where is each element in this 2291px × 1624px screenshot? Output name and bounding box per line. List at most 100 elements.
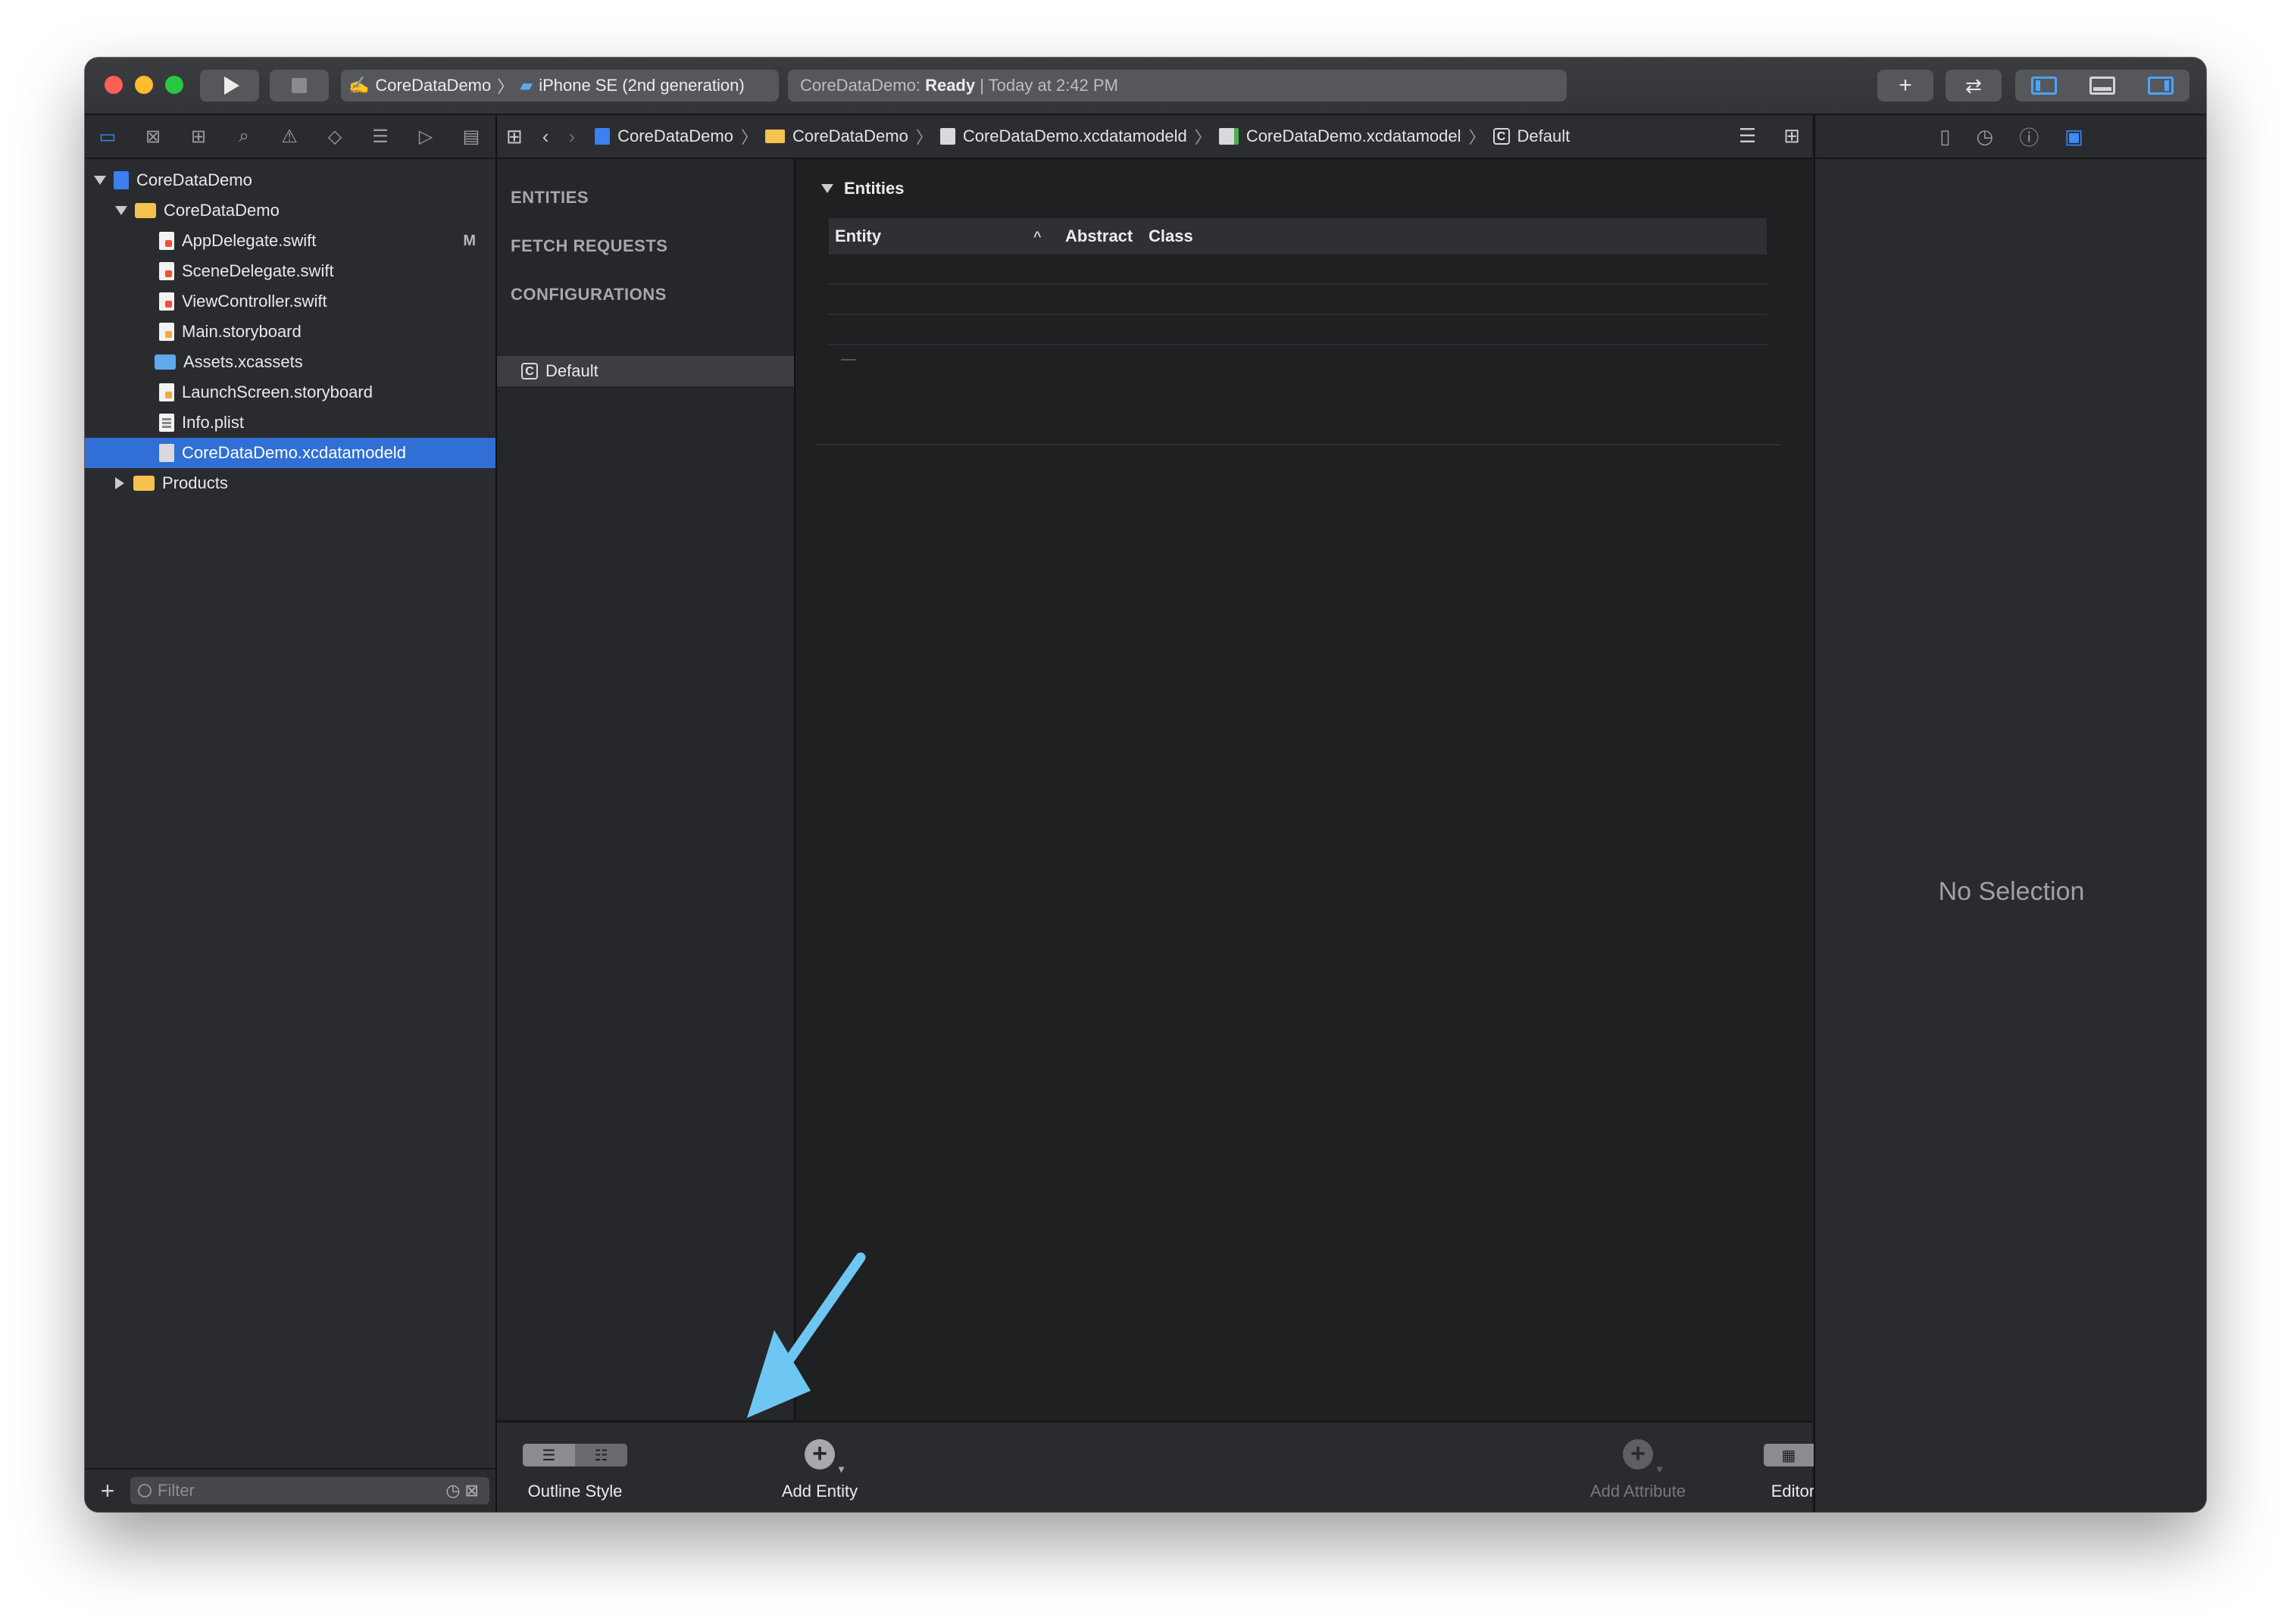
column-header-abstract[interactable]: Abstract — [1065, 226, 1133, 246]
breakpoint-navigator-icon[interactable]: ▷ — [403, 126, 449, 148]
issue-navigator-icon[interactable]: ⚠ — [267, 126, 312, 148]
storyboard-icon — [159, 323, 174, 341]
folder-icon — [133, 476, 155, 491]
history-inspector-icon[interactable]: ◷ — [1977, 125, 1994, 148]
table-style-icon[interactable]: ☰ — [523, 1444, 575, 1466]
empty-placeholder-dash — [841, 359, 856, 361]
quick-help-icon[interactable]: ⓘ — [2019, 123, 2039, 151]
add-editor-icon[interactable]: ⊞ — [1783, 124, 1800, 148]
library-button[interactable]: + — [1877, 70, 1933, 102]
activity-status: CoreDataDemo: Ready | Today at 2:42 PM — [788, 70, 1567, 102]
storyboard-icon — [159, 383, 174, 401]
status-state: Ready — [925, 76, 976, 95]
folder-icon — [135, 203, 156, 218]
tree-item-file[interactable]: Assets.xcassets — [85, 347, 495, 377]
column-header-class[interactable]: Class — [1149, 226, 1193, 246]
hierarchy-style-icon[interactable]: ☷ — [575, 1444, 627, 1466]
column-header-entity[interactable]: Entity — [835, 226, 881, 246]
project-navigator-icon[interactable]: ▭ — [85, 126, 130, 148]
tree-item-group[interactable]: CoreDataDemo — [85, 195, 495, 226]
source-control-icon[interactable]: ⊠ — [130, 126, 176, 148]
table-row — [829, 345, 1767, 376]
outline-style-control[interactable]: ☰ ☷ — [523, 1444, 627, 1466]
recent-files-icon[interactable]: ◷⊠ — [445, 1481, 483, 1501]
configuration-icon: C — [521, 363, 538, 379]
outline-style-label: Outline Style — [527, 1482, 623, 1501]
tree-item-file[interactable]: AppDelegate.swift M — [85, 226, 495, 256]
configuration-item-default[interactable]: C Default — [497, 356, 794, 386]
breadcrumb-item[interactable]: Default — [1517, 126, 1571, 146]
filter-field[interactable]: Filter ◷⊠ — [130, 1477, 489, 1504]
device-icon: ▰ — [520, 76, 533, 95]
table-row — [829, 315, 1767, 345]
navigator-tabs: ▭ ⊠ ⊞ ⌕ ⚠ ◇ ☰ ▷ ▤ — [85, 115, 495, 159]
toolbar: ✍ CoreDataDemo 〉 ▰ iPhone SE (2nd genera… — [85, 58, 2206, 115]
close-window-button[interactable] — [105, 76, 123, 94]
tree-item-label: Main.storyboard — [182, 322, 302, 341]
forward-arrow-icon[interactable]: › — [568, 125, 575, 148]
tree-item-file[interactable]: ViewController.swift — [85, 286, 495, 317]
toggle-inspector-icon[interactable] — [2147, 77, 2174, 95]
dropdown-caret-icon: ▾ — [1656, 1463, 1662, 1475]
tree-item-file[interactable]: Info.plist — [85, 408, 495, 438]
related-items-icon[interactable]: ⊞ — [506, 125, 523, 148]
scheme-device: iPhone SE (2nd generation) — [539, 76, 745, 95]
entities-section-title[interactable]: Entities — [821, 179, 904, 198]
swap-arrows-icon: ⇄ — [1965, 73, 1982, 97]
debug-navigator-icon[interactable]: ☰ — [358, 126, 403, 148]
breadcrumb-item[interactable]: CoreDataDemo — [792, 126, 908, 146]
tree-item-file[interactable]: Main.storyboard — [85, 317, 495, 347]
minimize-window-button[interactable] — [135, 76, 153, 94]
editor-options: ☰ ⊞ — [1739, 124, 1800, 148]
tree-item-file[interactable]: LaunchScreen.storyboard — [85, 377, 495, 408]
stop-button[interactable] — [270, 70, 329, 102]
inspector-panel: ▯ ◷ ⓘ ▣ No Selection — [1814, 115, 2206, 1512]
add-entity-button[interactable]: + ▾ — [805, 1439, 844, 1474]
scheme-selector[interactable]: ✍ CoreDataDemo 〉 ▰ iPhone SE (2nd genera… — [341, 70, 779, 102]
data-model-version-icon — [1218, 128, 1239, 145]
table-row — [829, 285, 1767, 315]
table-editor-icon[interactable]: ▦ — [1764, 1444, 1814, 1466]
breadcrumb-item[interactable]: CoreDataDemo.xcdatamodeld — [963, 126, 1187, 146]
section-divider — [817, 444, 1780, 445]
code-review-button[interactable]: ⇄ — [1946, 70, 2002, 102]
toggle-navigator-icon[interactable] — [2031, 77, 2058, 95]
tree-item-label: ViewController.swift — [182, 292, 327, 311]
tree-item-file-selected[interactable]: CoreDataDemo.xcdatamodeld — [85, 438, 495, 468]
play-icon — [224, 77, 239, 95]
breadcrumb-item[interactable]: CoreDataDemo.xcdatamodel — [1246, 126, 1461, 146]
assets-folder-icon — [155, 354, 176, 370]
tree-item-file[interactable]: SceneDelegate.swift — [85, 256, 495, 286]
tree-item-project[interactable]: CoreDataDemo — [85, 165, 495, 195]
disclosure-closed-icon[interactable] — [115, 477, 124, 489]
project-icon — [595, 128, 611, 145]
zoom-window-button[interactable] — [165, 76, 183, 94]
breadcrumb-item[interactable]: CoreDataDemo — [617, 126, 733, 146]
entities-section-header[interactable]: ENTITIES — [511, 188, 589, 208]
tree-item-label: AppDelegate.swift — [182, 231, 317, 250]
dropdown-caret-icon: ▾ — [838, 1463, 844, 1475]
find-navigator-icon[interactable]: ⌕ — [221, 126, 267, 147]
disclosure-open-icon[interactable] — [115, 206, 127, 215]
report-navigator-icon[interactable]: ▤ — [449, 126, 494, 148]
inspector-tabs: ▯ ◷ ⓘ ▣ — [1815, 115, 2206, 159]
test-navigator-icon[interactable]: ◇ — [312, 126, 358, 148]
entities-editor: Entities Entity ^ Abstract Class — [795, 159, 1812, 1419]
editor-bottom-bar: ☰ ☷ Outline Style + ▾ Add Entity + ▾ Add A… — [497, 1421, 1864, 1512]
run-button[interactable] — [200, 70, 259, 102]
file-inspector-icon[interactable]: ▯ — [1939, 125, 1950, 148]
data-model-inspector-icon[interactable]: ▣ — [2064, 125, 2083, 148]
configurations-section-header[interactable]: CONFIGURATIONS — [511, 285, 667, 304]
toggle-debug-area-icon[interactable] — [2089, 77, 2115, 95]
disclosure-open-icon[interactable] — [821, 184, 833, 193]
tree-item-group[interactable]: Products — [85, 468, 495, 498]
symbol-navigator-icon[interactable]: ⊞ — [176, 126, 221, 148]
editor-options-icon[interactable]: ☰ — [1739, 124, 1756, 148]
add-attribute-button[interactable]: + ▾ — [1623, 1439, 1662, 1474]
add-file-button[interactable]: + — [91, 1477, 124, 1505]
swift-file-icon — [159, 292, 174, 311]
disclosure-open-icon[interactable] — [94, 176, 106, 185]
table-row — [829, 255, 1767, 285]
back-arrow-icon[interactable]: ‹ — [542, 125, 549, 148]
fetch-requests-section-header[interactable]: FETCH REQUESTS — [511, 236, 667, 256]
